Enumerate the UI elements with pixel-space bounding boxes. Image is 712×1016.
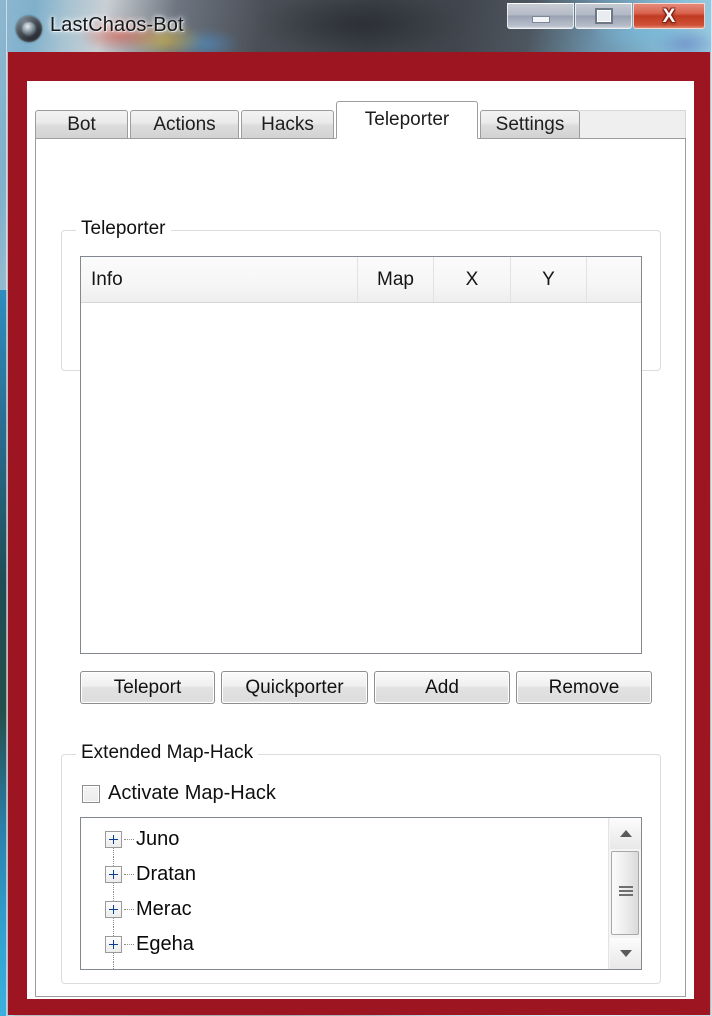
expand-plus-icon[interactable] <box>105 831 122 848</box>
treeview-nodes: Juno Dratan Merac Egeha <box>81 818 608 969</box>
tree-node-egeha[interactable]: Egeha <box>81 927 608 962</box>
tree-node-dratan[interactable]: Dratan <box>81 857 608 892</box>
activate-maphack-checkbox-row[interactable]: Activate Map-Hack <box>82 782 276 805</box>
tree-dash-icon <box>124 943 134 946</box>
listview-column-x[interactable]: X <box>434 257 511 302</box>
tab-teleporter[interactable]: Teleporter <box>336 101 478 139</box>
scroll-up-arrow-icon <box>619 830 632 837</box>
tree-node-juno[interactable]: Juno <box>81 822 608 857</box>
tab-hacks[interactable]: Hacks <box>241 110 334 139</box>
scroll-up-button[interactable] <box>610 818 641 849</box>
tab-bot[interactable]: Bot <box>35 110 128 139</box>
tab-settings[interactable]: Settings <box>480 110 580 139</box>
activate-maphack-label: Activate Map-Hack <box>108 782 276 804</box>
tree-dash-icon <box>124 873 134 876</box>
red-window-border: Bot Actions Hacks Teleporter Settings Te… <box>7 52 711 1015</box>
listview-column-filler[interactable] <box>587 257 641 302</box>
tree-node-merac[interactable]: Merac <box>81 892 608 927</box>
tree-node-label: Egeha <box>136 933 194 955</box>
expand-plus-icon[interactable] <box>105 901 122 918</box>
maphack-treeview[interactable]: Juno Dratan Merac Egeha <box>80 817 642 970</box>
quickporter-button[interactable]: Quickporter <box>221 671 368 704</box>
scrollbar-grip-icon <box>619 886 633 899</box>
tree-node-label: Merac <box>136 898 192 920</box>
maphack-groupbox-label: Extended Map-Hack <box>76 742 259 764</box>
activate-maphack-checkbox[interactable] <box>82 784 100 803</box>
teleport-button[interactable]: Teleport <box>80 671 215 704</box>
remove-button[interactable]: Remove <box>516 671 652 704</box>
teleporter-groupbox: Teleporter Info Map X Y Teleport Quickpo… <box>61 218 661 704</box>
teleporter-groupbox-label: Teleporter <box>76 218 171 240</box>
listview-column-map[interactable]: Map <box>358 257 434 302</box>
scroll-down-arrow-icon <box>619 950 632 957</box>
tab-strip: Bot Actions Hacks Teleporter Settings <box>35 101 686 139</box>
add-button[interactable]: Add <box>374 671 510 704</box>
teleporter-listview[interactable]: Info Map X Y <box>80 256 642 654</box>
tree-node-label: Strayana <box>136 968 216 969</box>
listview-body[interactable] <box>81 303 641 653</box>
treeview-scrollbar[interactable] <box>608 818 641 969</box>
listview-header-row: Info Map X Y <box>81 257 641 303</box>
application-window: LastChaos-Bot X Bot Actions Hacks Telepo… <box>6 0 712 1016</box>
tab-actions[interactable]: Actions <box>130 110 239 139</box>
tree-dash-icon <box>124 838 134 841</box>
scrollbar-thumb[interactable] <box>611 851 639 935</box>
tree-node-label: Juno <box>136 828 180 850</box>
tree-connector-line <box>113 962 114 969</box>
listview-column-info[interactable]: Info <box>81 257 358 302</box>
scroll-down-button[interactable] <box>610 938 641 969</box>
expand-plus-icon[interactable] <box>105 936 122 953</box>
tree-dash-icon <box>124 908 134 911</box>
tab-page-teleporter: Teleporter Info Map X Y Teleport Quickpo… <box>35 138 686 997</box>
expand-plus-icon[interactable] <box>105 866 122 883</box>
tab-strip-filler <box>580 110 686 139</box>
listview-column-y[interactable]: Y <box>511 257 587 302</box>
tree-node-strayana[interactable]: Strayana <box>81 962 608 969</box>
maphack-groupbox: Extended Map-Hack Activate Map-Hack Juno <box>61 742 661 984</box>
client-area: Bot Actions Hacks Teleporter Settings Te… <box>27 81 694 999</box>
tree-node-label: Dratan <box>136 863 197 885</box>
